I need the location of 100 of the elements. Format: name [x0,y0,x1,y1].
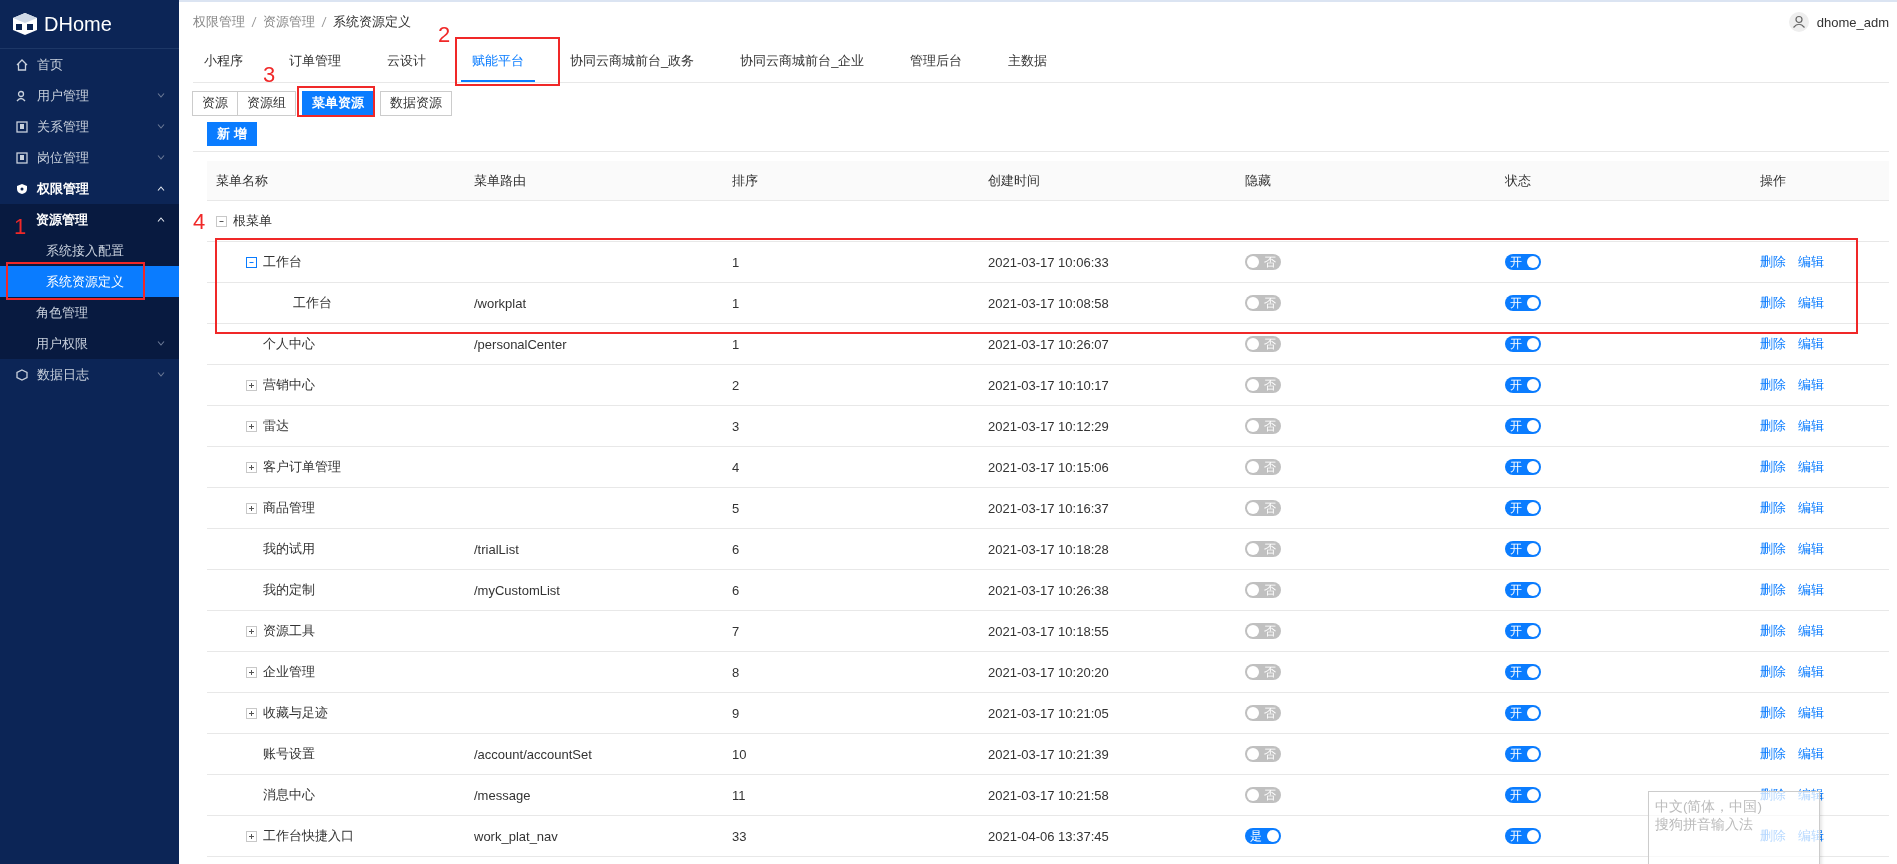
tab[interactable]: 主数据 [997,42,1059,82]
toggle-switch[interactable]: 开 [1505,746,1541,762]
action-link[interactable]: 删除 [1760,458,1786,476]
tab[interactable]: 云设计 [376,42,437,82]
tab[interactable]: 赋能平台 [461,42,535,82]
home-icon [16,58,28,71]
table-cell: 工作台快捷入口 [263,827,354,845]
tab[interactable]: 管理后台 [899,42,974,82]
action-link[interactable]: 删除 [1760,417,1786,435]
toggle-switch[interactable]: 开 [1505,295,1541,311]
annotation-number: 1 [14,216,27,238]
user-icon [16,89,28,102]
nav-item[interactable]: 系统资源定义 [0,266,179,297]
nav-item[interactable]: 首页 [0,49,179,80]
table-cell: 2021-04-06 13:37:45 [988,828,1109,844]
toggle-switch[interactable]: 开 [1505,664,1541,680]
nav-item[interactable]: 数据日志 [0,359,179,390]
toggle-switch[interactable]: 开 [1505,623,1541,639]
toggle-switch[interactable]: 开 [1505,541,1541,557]
toggle-switch[interactable]: 开 [1505,828,1541,844]
action-link[interactable]: 删除 [1760,253,1786,271]
nav-item[interactable]: 岗位管理 [0,142,179,173]
nav-item[interactable]: 权限管理 [0,173,179,204]
add-button[interactable]: 新 增 [207,122,257,146]
action-link[interactable]: 编辑 [1798,622,1824,640]
action-link[interactable]: 删除 [1760,376,1786,394]
toggle-switch[interactable]: 开 [1505,459,1541,475]
nav-item[interactable]: 系统接入配置 [0,235,179,266]
action-link[interactable]: 删除 [1760,294,1786,312]
breadcrumb-item[interactable]: 权限管理 [193,13,245,31]
expand-icon[interactable] [246,420,257,432]
nav-item[interactable]: 角色管理 [30,297,179,328]
nav-item[interactable]: 用户管理 [0,80,179,111]
expand-icon[interactable] [246,379,257,391]
breadcrumb-item[interactable]: 资源管理 [263,13,315,31]
toggle-switch[interactable]: 开 [1505,705,1541,721]
action-link[interactable]: 删除 [1760,704,1786,722]
tab[interactable]: 小程序 [193,42,254,82]
table-cell: 6 [732,582,740,598]
action-link[interactable]: 编辑 [1798,417,1824,435]
table-cell: 2021-03-17 10:18:55 [988,623,1109,639]
toggle-switch[interactable]: 开 [1505,336,1541,352]
tab[interactable]: 协同云商城前台_企业 [729,42,876,82]
action-link[interactable]: 编辑 [1798,745,1824,763]
table-cell: 2021-03-17 10:21:05 [988,705,1109,721]
expand-icon[interactable] [246,830,257,842]
segment-tab[interactable]: 资源组 [237,91,296,116]
action-link[interactable]: 编辑 [1798,253,1824,271]
action-link[interactable]: 编辑 [1798,294,1824,312]
toggle-switch[interactable]: 开 [1505,377,1541,393]
collapse-icon[interactable] [216,215,227,227]
user-name[interactable]: dhome_adm [1816,14,1889,30]
action-link[interactable]: 编辑 [1798,581,1824,599]
annotation-number: 4 [193,211,206,233]
segment-tab[interactable]: 数据资源 [380,91,452,116]
table-cell: 2 [732,377,740,393]
table-cell: 2021-03-17 10:21:58 [988,787,1109,803]
nav-item[interactable]: 资源管理 [30,204,179,235]
toggle-switch[interactable]: 开 [1505,254,1541,270]
action-link[interactable]: 删除 [1760,499,1786,517]
table-cell: 账号设置 [263,745,315,763]
segment-tab[interactable]: 资源 [192,91,238,116]
tooltip-text: 搜狗拼音输入法 [1655,816,1754,834]
expand-icon[interactable] [246,666,257,678]
action-link[interactable]: 编辑 [1798,376,1824,394]
action-link[interactable]: 删除 [1760,663,1786,681]
toggle-switch[interactable]: 开 [1505,500,1541,516]
toggle-switch[interactable]: 是 [1245,828,1281,844]
breadcrumb-separator [251,16,257,28]
tab[interactable]: 订单管理 [278,42,352,82]
segment-tab[interactable]: 菜单资源 [302,91,374,116]
nav-item[interactable]: 用户权限 [30,328,179,359]
action-link[interactable]: 编辑 [1798,499,1824,517]
collapse-icon[interactable] [246,256,257,268]
nav-item[interactable]: 关系管理 [0,111,179,142]
action-link[interactable]: 编辑 [1798,540,1824,558]
toggle-switch[interactable]: 开 [1505,418,1541,434]
column-header: 菜单路由 [474,171,526,190]
table-cell: 工作台 [263,253,302,271]
expand-icon[interactable] [246,502,257,514]
expand-icon[interactable] [246,625,257,637]
logo-icon [12,12,38,36]
table-cell: 1 [732,336,740,352]
action-link[interactable]: 编辑 [1798,663,1824,681]
action-link[interactable]: 删除 [1760,540,1786,558]
expand-icon[interactable] [246,707,257,719]
action-link[interactable]: 编辑 [1798,335,1824,353]
tab[interactable]: 协同云商城前台_政务 [559,42,706,82]
avatar-icon[interactable] [1788,12,1809,32]
action-link[interactable]: 删除 [1760,622,1786,640]
action-link[interactable]: 编辑 [1798,704,1824,722]
toggle-switch[interactable]: 开 [1505,787,1541,803]
toggle-switch[interactable]: 开 [1505,582,1541,598]
action-link[interactable]: 编辑 [1798,458,1824,476]
breadcrumb-separator [321,16,327,28]
table-cell: 收藏与足迹 [263,704,328,722]
action-link[interactable]: 删除 [1760,335,1786,353]
action-link[interactable]: 删除 [1760,745,1786,763]
expand-icon[interactable] [246,461,257,473]
action-link[interactable]: 删除 [1760,581,1786,599]
